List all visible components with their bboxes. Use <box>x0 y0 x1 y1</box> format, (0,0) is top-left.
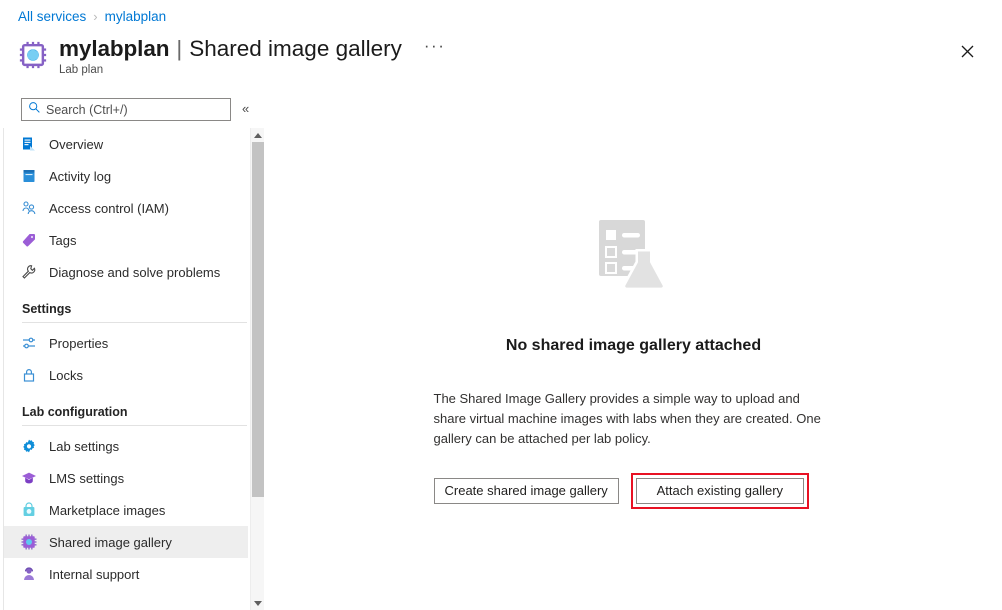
diagnose-icon <box>20 264 37 281</box>
sidebar-item-lab-settings[interactable]: Lab settings <box>4 430 248 462</box>
activity-log-icon <box>20 168 37 185</box>
sidebar-item-activity-log[interactable]: Activity log <box>4 160 248 192</box>
gear-icon <box>20 438 37 455</box>
sidebar-item-tags[interactable]: Tags <box>4 224 248 256</box>
sidebar-group-divider <box>22 322 247 323</box>
graduation-cap-icon <box>20 470 37 487</box>
more-actions-icon[interactable]: ··· <box>424 37 445 54</box>
scroll-up-arrow-icon[interactable] <box>251 128 265 142</box>
page-header: mylabplan | Shared image gallery ··· Lab… <box>18 36 445 76</box>
empty-state-actions: Create shared image gallery Attach exist… <box>433 472 834 509</box>
breadcrumb-item-all-services[interactable]: All services <box>18 9 86 25</box>
breadcrumb-separator-icon: › <box>93 9 98 24</box>
lock-icon <box>20 367 37 384</box>
sidebar-item-marketplace-images[interactable]: Marketplace images <box>4 494 248 526</box>
collapse-sidebar-icon[interactable]: « <box>242 100 249 118</box>
azure-portal-blade: All services › mylabplan mylabplan | Sha… <box>0 0 1002 610</box>
page-subtitle-name: Shared image gallery <box>189 36 402 61</box>
shared-gallery-chip-icon <box>20 534 37 551</box>
properties-icon <box>20 335 37 352</box>
sidebar-item-label: Tags <box>49 232 77 248</box>
sidebar-item-access-control[interactable]: Access control (IAM) <box>4 192 248 224</box>
sidebar-item-diagnose[interactable]: Diagnose and solve problems <box>4 256 248 288</box>
sidebar-group-divider <box>22 425 247 426</box>
resource-type-label: Lab plan <box>59 64 104 76</box>
sidebar-item-locks[interactable]: Locks <box>4 359 248 391</box>
sidebar-item-internal-support[interactable]: Internal support <box>4 558 248 590</box>
breadcrumb: All services › mylabplan <box>18 9 166 25</box>
sidebar-nav: Overview Activity log Access control (IA… <box>3 128 248 610</box>
search-icon <box>28 101 41 119</box>
scrollbar-thumb[interactable] <box>252 142 264 497</box>
sidebar-item-label: Marketplace images <box>49 502 166 518</box>
sidebar-item-shared-image-gallery[interactable]: Shared image gallery <box>4 526 248 558</box>
sidebar-item-label: Properties <box>49 335 109 351</box>
page-title: mylabplan <box>59 36 170 61</box>
access-control-icon <box>20 200 37 217</box>
sidebar-item-lms-settings[interactable]: LMS settings <box>4 462 248 494</box>
sidebar-item-properties[interactable]: Properties <box>4 327 248 359</box>
marketplace-icon <box>20 502 37 519</box>
sidebar-item-overview[interactable]: Overview <box>4 128 248 160</box>
main-content: No shared image gallery attached The Sha… <box>265 128 1002 610</box>
sidebar-item-label: Activity log <box>49 168 112 184</box>
sidebar-item-label: Overview <box>49 136 104 152</box>
internal-support-icon <box>20 566 37 583</box>
empty-checklist-flask-icon <box>593 216 675 299</box>
empty-state-title: No shared image gallery attached <box>505 336 762 354</box>
lab-plan-chip-icon <box>18 40 48 70</box>
tags-icon <box>20 232 37 249</box>
search-box[interactable] <box>21 98 231 121</box>
sidebar-item-label: Lab settings <box>49 438 120 454</box>
sidebar-item-label: Shared image gallery <box>49 534 172 550</box>
create-shared-image-gallery-button[interactable]: Create shared image gallery <box>433 477 619 504</box>
sidebar-group-lab-configuration: Lab configuration <box>22 405 128 419</box>
breadcrumb-item-mylabplan[interactable]: mylabplan <box>105 9 167 25</box>
sidebar-group-settings: Settings <box>22 302 72 316</box>
search-input[interactable] <box>46 102 224 117</box>
sidebar-item-label: Locks <box>49 367 83 383</box>
sidebar-scrollbar[interactable] <box>250 128 264 610</box>
sidebar-item-label: Internal support <box>49 566 140 582</box>
scroll-down-arrow-icon[interactable] <box>251 596 265 610</box>
title-separator: | <box>176 36 183 61</box>
sidebar-item-label: Diagnose and solve problems <box>49 264 221 280</box>
empty-state-description: The Shared Image Gallery provides a simp… <box>433 390 821 446</box>
close-icon[interactable] <box>954 38 980 64</box>
attach-existing-gallery-highlight: Attach existing gallery <box>630 472 809 509</box>
attach-existing-gallery-button[interactable]: Attach existing gallery <box>635 477 804 504</box>
sidebar-item-label: Access control (IAM) <box>49 200 169 216</box>
sidebar-item-label: LMS settings <box>49 470 125 486</box>
overview-icon <box>20 136 37 153</box>
